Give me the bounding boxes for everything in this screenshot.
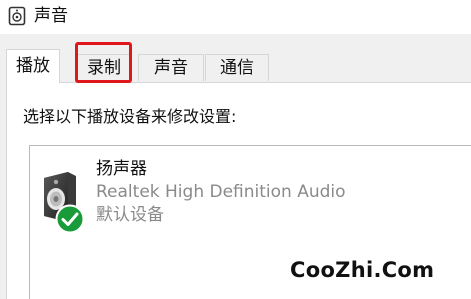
tab-sounds[interactable]: 声音 [138,54,204,81]
window-title: 声音 [34,6,68,26]
device-name: 扬声器 [96,159,147,179]
list-item[interactable]: 扬声器 Realtek High Definition Audio 默认设备 [30,146,471,242]
title-bar: 声音 [0,0,471,34]
instruction-text: 选择以下播放设备来修改设置: [23,107,237,126]
tab-playback[interactable]: 播放 [6,49,60,83]
speaker-icon [8,6,26,26]
tab-strip: 播放 录制 声音 通信 [0,44,471,83]
recording-tab-highlight [75,42,132,83]
device-description: Realtek High Definition Audio [96,182,346,202]
green-check-icon [55,204,85,234]
watermark: CooZhi.Com [290,258,435,282]
tab-communications[interactable]: 通信 [205,54,269,81]
device-status: 默认设备 [96,205,164,225]
